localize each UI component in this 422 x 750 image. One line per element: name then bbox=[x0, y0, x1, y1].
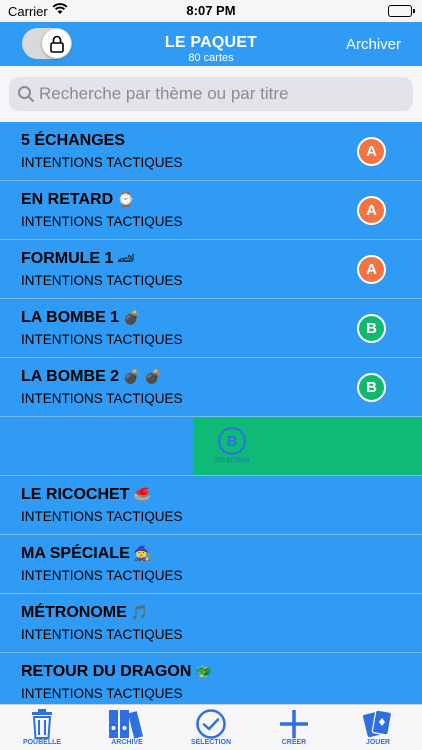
list-item[interactable]: LE RICOCHET 🥌 INTENTIONS TACTIQUES bbox=[0, 476, 422, 535]
race-car-icon: 🏎 bbox=[117, 250, 136, 266]
card-category: INTENTIONS TACTIQUES bbox=[21, 391, 183, 406]
tab-poubelle[interactable]: POUBELLE bbox=[7, 707, 77, 746]
battery-icon bbox=[388, 5, 415, 17]
list-item[interactable]: FORMULE 1 🏎 INTENTIONS TACTIQUES A bbox=[0, 240, 422, 299]
card-title: LA BOMBE 1 💣 bbox=[21, 309, 141, 326]
tab-bar: POUBELLE ARCHIVE SÉLECTION CRÉER JOUER bbox=[0, 704, 422, 750]
navigation-bar: LE PAQUET 80 cartes Archiver bbox=[0, 22, 422, 66]
dragon-icon: 🐲 bbox=[195, 663, 213, 679]
tab-label: CRÉER bbox=[281, 739, 307, 746]
card-title: EN RETARD ⌚ bbox=[21, 191, 135, 208]
card-category: INTENTIONS TACTIQUES bbox=[21, 332, 183, 347]
checkmark-circle-icon bbox=[176, 707, 246, 741]
card-title: LA BOMBE 2 💣 💣 bbox=[21, 368, 162, 385]
status-bar: Carrier 8:07 PM bbox=[0, 0, 422, 22]
card-category: INTENTIONS TACTIQUES bbox=[21, 568, 183, 583]
card-category: INTENTIONS TACTIQUES bbox=[21, 273, 183, 288]
clock-emoji-icon: ⌚ bbox=[117, 191, 135, 207]
level-badge: A bbox=[357, 137, 386, 166]
list-item[interactable]: 5 ÉCHANGES INTENTIONS TACTIQUES A bbox=[0, 122, 422, 181]
archive-binders-icon bbox=[92, 707, 162, 741]
level-badge: B bbox=[357, 373, 386, 402]
card-title: RETOUR DU DRAGON 🐲 bbox=[21, 663, 213, 680]
card-title: 5 ÉCHANGES bbox=[21, 132, 126, 149]
tab-archive[interactable]: ARCHIVE bbox=[92, 707, 162, 746]
curling-stone-icon: 🥌 bbox=[133, 486, 151, 502]
list-item[interactable]: LA BOMBE 2 💣 💣 INTENTIONS TACTIQUES B bbox=[0, 358, 422, 417]
card-count: 80 cartes bbox=[188, 52, 234, 64]
clock: 8:07 PM bbox=[186, 3, 236, 18]
swiped-list-item[interactable]: B SÉLECTION bbox=[0, 417, 422, 476]
tab-label: JOUER bbox=[365, 739, 391, 746]
level-badge: A bbox=[357, 255, 386, 284]
card-title: FORMULE 1 🏎 bbox=[21, 250, 136, 267]
list-item[interactable]: MÉTRONOME 🎵 INTENTIONS TACTIQUES bbox=[0, 594, 422, 653]
tab-label: ARCHIVE bbox=[111, 739, 143, 746]
tab-label: SÉLECTION bbox=[190, 739, 232, 746]
archive-button[interactable]: Archiver bbox=[346, 36, 401, 53]
card-list: 5 ÉCHANGES INTENTIONS TACTIQUES A EN RET… bbox=[0, 122, 422, 712]
list-item[interactable]: MA SPÉCIALE 🧙 INTENTIONS TACTIQUES bbox=[0, 535, 422, 594]
card-title: LE RICOCHET 🥌 bbox=[21, 486, 151, 503]
tab-creer[interactable]: CRÉER bbox=[259, 707, 329, 746]
search-icon bbox=[17, 85, 35, 108]
list-item[interactable]: EN RETARD ⌚ INTENTIONS TACTIQUES A bbox=[0, 181, 422, 240]
level-badge: B bbox=[357, 314, 386, 343]
card-title: MA SPÉCIALE 🧙 bbox=[21, 545, 152, 562]
tab-selection[interactable]: SÉLECTION bbox=[176, 707, 246, 746]
b-circle-icon: B bbox=[218, 427, 246, 455]
bomb-icon: 💣 bbox=[123, 309, 141, 325]
card-category: INTENTIONS TACTIQUES bbox=[21, 627, 183, 642]
music-note-icon: 🎵 bbox=[130, 604, 149, 620]
card-category: INTENTIONS TACTIQUES bbox=[21, 155, 183, 170]
card-category: INTENTIONS TACTIQUES bbox=[21, 686, 183, 701]
search-input[interactable] bbox=[39, 77, 399, 111]
search-bar-container bbox=[0, 66, 422, 122]
playing-cards-icon bbox=[343, 707, 413, 741]
card-category: INTENTIONS TACTIQUES bbox=[21, 509, 183, 524]
bomb-icon: 💣 💣 bbox=[123, 368, 162, 384]
swipe-action-label: SÉLECTION bbox=[214, 458, 250, 464]
plus-icon bbox=[259, 707, 329, 741]
list-item[interactable]: LA BOMBE 1 💣 INTENTIONS TACTIQUES B bbox=[0, 299, 422, 358]
wizard-icon: 🧙 bbox=[133, 545, 152, 561]
card-category: INTENTIONS TACTIQUES bbox=[21, 214, 183, 229]
level-badge: A bbox=[357, 196, 386, 225]
tab-label: POUBELLE bbox=[22, 739, 62, 746]
swipe-select-action[interactable]: B SÉLECTION bbox=[193, 417, 422, 475]
tab-jouer[interactable]: JOUER bbox=[343, 707, 413, 746]
select-b-button[interactable]: B SÉLECTION bbox=[213, 427, 251, 464]
trash-icon bbox=[7, 707, 77, 741]
search-field[interactable] bbox=[9, 77, 413, 111]
card-title: MÉTRONOME 🎵 bbox=[21, 604, 149, 621]
